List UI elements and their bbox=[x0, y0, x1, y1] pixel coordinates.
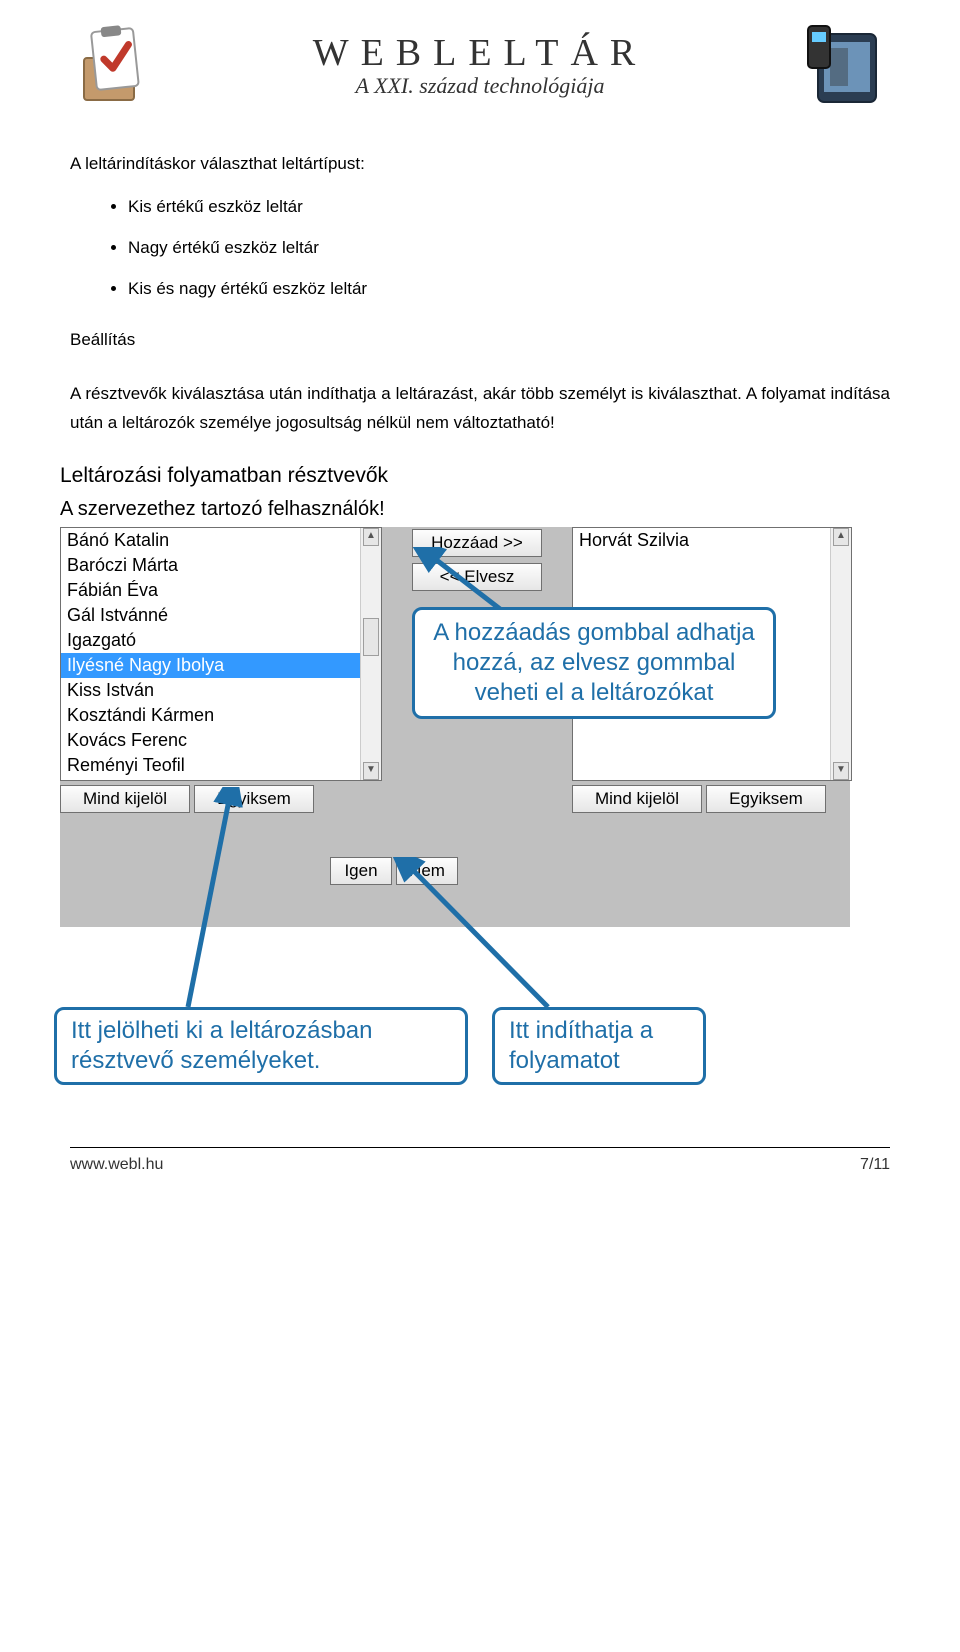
callout-start-process: Itt indíthatja a folyamatot bbox=[492, 1007, 706, 1085]
list-item[interactable]: Reményi Teofil bbox=[61, 753, 361, 778]
clipboard-logo-icon bbox=[70, 20, 160, 110]
yes-button[interactable]: Igen bbox=[330, 857, 392, 885]
page-header: WEBLELTÁR A XXI. század technológiája bbox=[70, 20, 890, 110]
add-button[interactable]: Hozzáad >> bbox=[412, 529, 542, 557]
scroll-down-icon[interactable]: ▼ bbox=[833, 762, 849, 780]
select-none-left-button[interactable]: Egyiksem bbox=[194, 785, 314, 813]
scrollbar[interactable]: ▲ ▼ bbox=[830, 528, 851, 780]
panel-heading-participants: Leltározási folyamatban résztvevők bbox=[60, 464, 850, 488]
no-button[interactable]: Nem bbox=[396, 857, 458, 885]
list-item[interactable]: Baróczi Márta bbox=[61, 553, 361, 578]
scroll-up-icon[interactable]: ▲ bbox=[833, 528, 849, 546]
scroll-up-icon[interactable]: ▲ bbox=[363, 528, 379, 546]
panel-heading-orgusers: A szervezethez tartozó felhasználók! bbox=[60, 498, 850, 521]
remove-button[interactable]: << Elvesz bbox=[412, 563, 542, 591]
page-number: 7/11 bbox=[860, 1156, 890, 1174]
scroll-thumb[interactable] bbox=[363, 618, 379, 656]
list-item: Kis értékű eszköz leltár bbox=[128, 193, 890, 222]
header-main-title: WEBLELTÁR bbox=[160, 31, 800, 75]
header-subtitle: A XXI. század technológiája bbox=[160, 73, 800, 99]
embedded-screenshot: Leltározási folyamatban résztvevők A sze… bbox=[60, 464, 890, 1097]
select-all-right-button[interactable]: Mind kijelöl bbox=[572, 785, 702, 813]
header-title-block: WEBLELTÁR A XXI. század technológiája bbox=[160, 31, 800, 99]
select-all-left-button[interactable]: Mind kijelöl bbox=[60, 785, 190, 813]
body-text-section: A leltárindításkor választhat leltártípu… bbox=[70, 150, 890, 438]
list-item[interactable]: Horvát Szilvia bbox=[573, 528, 831, 553]
callout-add-remove: A hozzáadás gombbal adhatja hozzá, az el… bbox=[412, 607, 776, 719]
list-item[interactable]: Kosztándi Kármen bbox=[61, 703, 361, 728]
list-item[interactable]: Igazgató bbox=[61, 628, 361, 653]
panel-body: Bánó KatalinBaróczi MártaFábián ÉvaGál I… bbox=[60, 527, 850, 927]
scroll-down-icon[interactable]: ▼ bbox=[363, 762, 379, 780]
list-item[interactable]: Ilyésné Nagy Ibolya bbox=[61, 653, 361, 678]
list-item[interactable]: Kovács Ferenc bbox=[61, 728, 361, 753]
callout-select-participants: Itt jelölheti ki a leltározásban résztve… bbox=[54, 1007, 468, 1085]
list-item[interactable]: Bánó Katalin bbox=[61, 528, 361, 553]
scrollbar[interactable]: ▲ ▼ bbox=[360, 528, 381, 780]
tablet-scanner-icon bbox=[800, 20, 890, 110]
lead-paragraph: A leltárindításkor választhat leltártípu… bbox=[70, 150, 890, 179]
list-item[interactable]: Kiss István bbox=[61, 678, 361, 703]
list-item[interactable]: Gál Istvánné bbox=[61, 603, 361, 628]
list-item[interactable]: Fábián Éva bbox=[61, 578, 361, 603]
page-footer: www.webl.hu 7/11 bbox=[70, 1147, 890, 1174]
available-users-listbox[interactable]: Bánó KatalinBaróczi MártaFábián ÉvaGál I… bbox=[60, 527, 382, 781]
list-item: Kis és nagy értékű eszköz leltár bbox=[128, 275, 890, 304]
select-none-right-button[interactable]: Egyiksem bbox=[706, 785, 826, 813]
section-label: Beállítás bbox=[70, 326, 890, 355]
list-item: Nagy értékű eszköz leltár bbox=[128, 234, 890, 263]
type-list: Kis értékű eszköz leltár Nagy értékű esz… bbox=[70, 193, 890, 304]
footer-url[interactable]: www.webl.hu bbox=[70, 1156, 163, 1174]
description-paragraph: A résztvevők kiválasztása után indíthatj… bbox=[70, 380, 890, 438]
